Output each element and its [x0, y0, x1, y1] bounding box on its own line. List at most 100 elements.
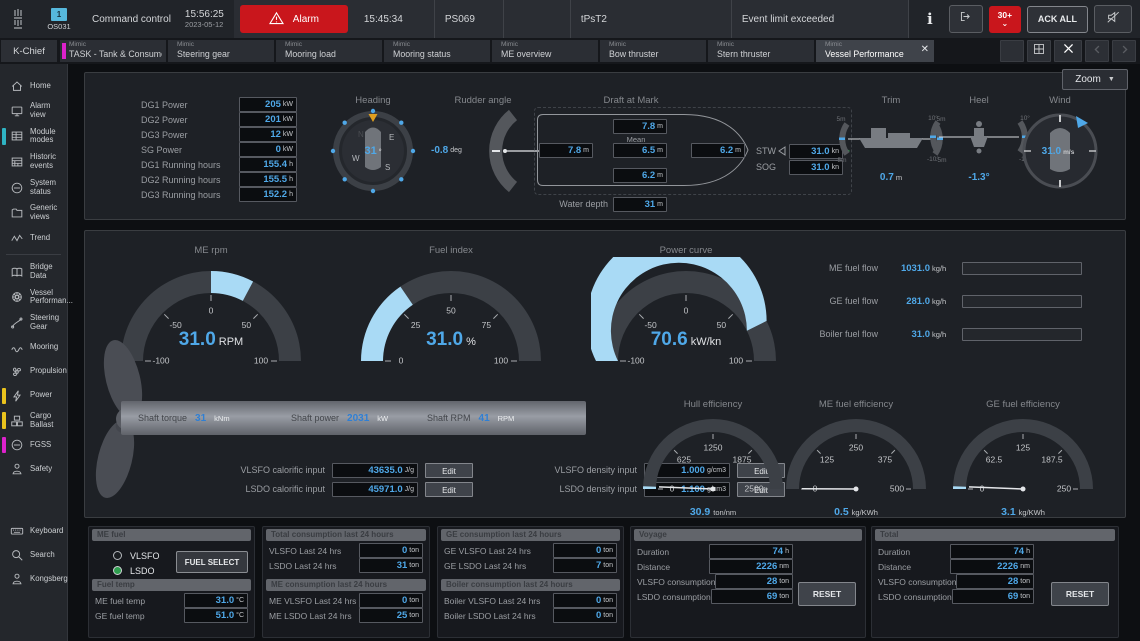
svg-text:62.5: 62.5 — [986, 454, 1003, 464]
ack-all-button[interactable]: ACK ALL — [1027, 6, 1088, 33]
panel-header: ME consumption last 24 hours — [266, 579, 426, 591]
mute-button[interactable] — [1094, 5, 1132, 33]
sidebar-divider — [6, 254, 61, 255]
draft-title: Draft at Mark — [604, 95, 659, 106]
ge-consumption-rows: GE VLSFO Last 24 hrs0tonGE LSDO Last 24 … — [438, 543, 623, 573]
tab-bow-thruster[interactable]: MimicBow thruster — [600, 40, 706, 62]
row-label: VLSFO consumption — [637, 577, 715, 587]
svg-text:1875: 1875 — [733, 454, 752, 464]
sidebar-item-search[interactable]: Search — [0, 543, 67, 567]
sidebar-item-cargo-ballast[interactable]: Cargo Ballast — [0, 408, 67, 434]
sidebar-item-power[interactable]: Power — [0, 384, 67, 408]
tab-control-blank[interactable] — [1000, 40, 1024, 62]
edit-button[interactable]: Edit — [425, 463, 473, 478]
dg-label: DG2 Running hours — [141, 175, 239, 185]
sidebar-item-label: Steering Gear — [30, 314, 65, 332]
svg-text:100: 100 — [494, 355, 508, 365]
tab-steering-gear[interactable]: MimicSteering gear — [168, 40, 274, 62]
tab-close-icon[interactable]: ✕ — [921, 44, 929, 55]
os-number-badge: 1 — [51, 8, 67, 21]
tab-vessel-performance[interactable]: MimicVessel Performance✕ — [816, 40, 934, 62]
svg-text:5m: 5m — [836, 116, 845, 123]
table-row: VLSFO consumption28ton — [631, 574, 799, 589]
row-label: ME fuel temp — [95, 596, 145, 606]
svg-text:10°: 10° — [928, 114, 938, 122]
unit: kW — [283, 116, 293, 123]
svg-text:70.6kW/kn: 70.6kW/kn — [651, 329, 722, 350]
row-label: VLSFO Last 24 hrs — [269, 546, 341, 556]
voyage-reset-button[interactable]: RESET — [798, 582, 856, 606]
radio-lsdo[interactable] — [113, 566, 122, 575]
svg-text:50: 50 — [717, 320, 727, 330]
dg-row: DG2 Running hours155.5h — [141, 172, 297, 187]
sidebar-accent-bar — [2, 437, 6, 453]
unit: kW — [283, 146, 293, 153]
sidebar-item-generic-views[interactable]: Generic views — [0, 200, 67, 226]
fuel-option-lsdo[interactable]: LSDO — [113, 564, 155, 577]
svg-text:0: 0 — [684, 305, 689, 315]
sidebar-item-steering-gear[interactable]: Steering Gear — [0, 310, 67, 336]
tab-me-overview[interactable]: MimicME overview — [492, 40, 598, 62]
sidebar-item-trend[interactable]: Trend — [0, 226, 67, 250]
dg-value-box: 201kW — [239, 112, 297, 127]
svg-text:0: 0 — [209, 305, 214, 315]
sidebar-item-system-status[interactable]: System status — [0, 175, 67, 201]
sidebar-accent-bar — [2, 388, 6, 404]
safety-icon — [10, 462, 25, 477]
table-row: Boiler VLSFO Last 24 hrs0ton — [438, 593, 623, 608]
fuel-input-label: LSDO density input — [477, 484, 637, 494]
fuel-temp-rows: ME fuel temp31.0°CGE fuel temp51.0°C — [89, 593, 254, 623]
table-row: GE VLSFO Last 24 hrs0ton — [438, 543, 623, 558]
sign-in-button[interactable] — [949, 5, 983, 33]
fuel-flow-row: Boiler fuel flow31.0kg/h — [768, 327, 1082, 341]
fuel-option-vlsfo[interactable]: VLSFO — [113, 549, 160, 562]
tab-name: Steering gear — [177, 49, 270, 60]
keyboard-icon — [10, 524, 25, 539]
sidebar-item-alarm-view[interactable]: Alarm view — [0, 98, 67, 124]
value: 69 — [767, 591, 778, 602]
svg-text:31.0RPM: 31.0RPM — [179, 329, 243, 350]
info-button[interactable]: i — [917, 10, 943, 28]
tab-mooring-load[interactable]: MimicMooring load — [276, 40, 382, 62]
tile-windows-button[interactable] — [1027, 40, 1051, 62]
tab-task-tank-consumers[interactable]: MimicTASK - Tank & Consumers — [60, 40, 166, 62]
sidebar-item-kongsberg[interactable]: Kongsberg — [0, 567, 67, 591]
home-icon — [10, 79, 25, 94]
close-icon — [1062, 42, 1075, 60]
sidebar-item-historic-events[interactable]: Historic events — [0, 149, 67, 175]
tab-k-chief[interactable]: K-Chief — [1, 40, 57, 62]
prev-tab-button[interactable] — [1085, 40, 1109, 62]
alarm-button[interactable]: Alarm — [240, 5, 348, 33]
power-icon — [10, 388, 25, 403]
sidebar-item-label: Generic views — [30, 204, 65, 222]
sidebar-item-fgss[interactable]: FGSS — [0, 433, 67, 457]
sidebar-item-keyboard[interactable]: Keyboard — [0, 519, 67, 543]
close-all-button[interactable] — [1054, 40, 1082, 62]
dg-label: DG3 Power — [141, 130, 239, 140]
sidebar-item-label: Keyboard — [30, 527, 63, 536]
tab-stern-thruster[interactable]: MimicStern thruster — [708, 40, 814, 62]
svg-text:125: 125 — [820, 454, 834, 464]
next-tab-button[interactable] — [1112, 40, 1136, 62]
total-reset-button[interactable]: RESET — [1051, 582, 1109, 606]
fuel-input-label: VLSFO density input — [477, 465, 637, 475]
sidebar-item-mooring[interactable]: Mooring — [0, 336, 67, 360]
sidebar-item-home[interactable]: Home — [0, 74, 67, 98]
tab-mooring-status[interactable]: MimicMooring status — [384, 40, 490, 62]
radio-vlsfo[interactable] — [113, 551, 122, 560]
sidebar-item-vessel-performan[interactable]: Vessel Performan... — [0, 285, 67, 311]
zoom-dropdown[interactable]: Zoom ▼ — [1062, 69, 1128, 90]
sidebar-item-propulsion[interactable]: Propulsion — [0, 360, 67, 384]
value: 28 — [1008, 576, 1019, 587]
svg-text:25: 25 — [411, 320, 421, 330]
alarm-button-label: Alarm — [293, 14, 319, 25]
edit-button[interactable]: Edit — [425, 482, 473, 497]
alarm-count-badge[interactable]: 30+ ⌄ — [989, 6, 1021, 33]
ship-side-silhouette — [859, 128, 923, 148]
sidebar-item-bridge-data[interactable]: Bridge Data — [0, 259, 67, 285]
operator-station: 1 OS031 — [36, 8, 82, 31]
value: 25 — [397, 610, 408, 621]
sidebar-item-module-modes[interactable]: Module modes — [0, 124, 67, 150]
sidebar-item-safety[interactable]: Safety — [0, 457, 67, 481]
fuel-select-button[interactable]: FUEL SELECT — [176, 551, 248, 573]
